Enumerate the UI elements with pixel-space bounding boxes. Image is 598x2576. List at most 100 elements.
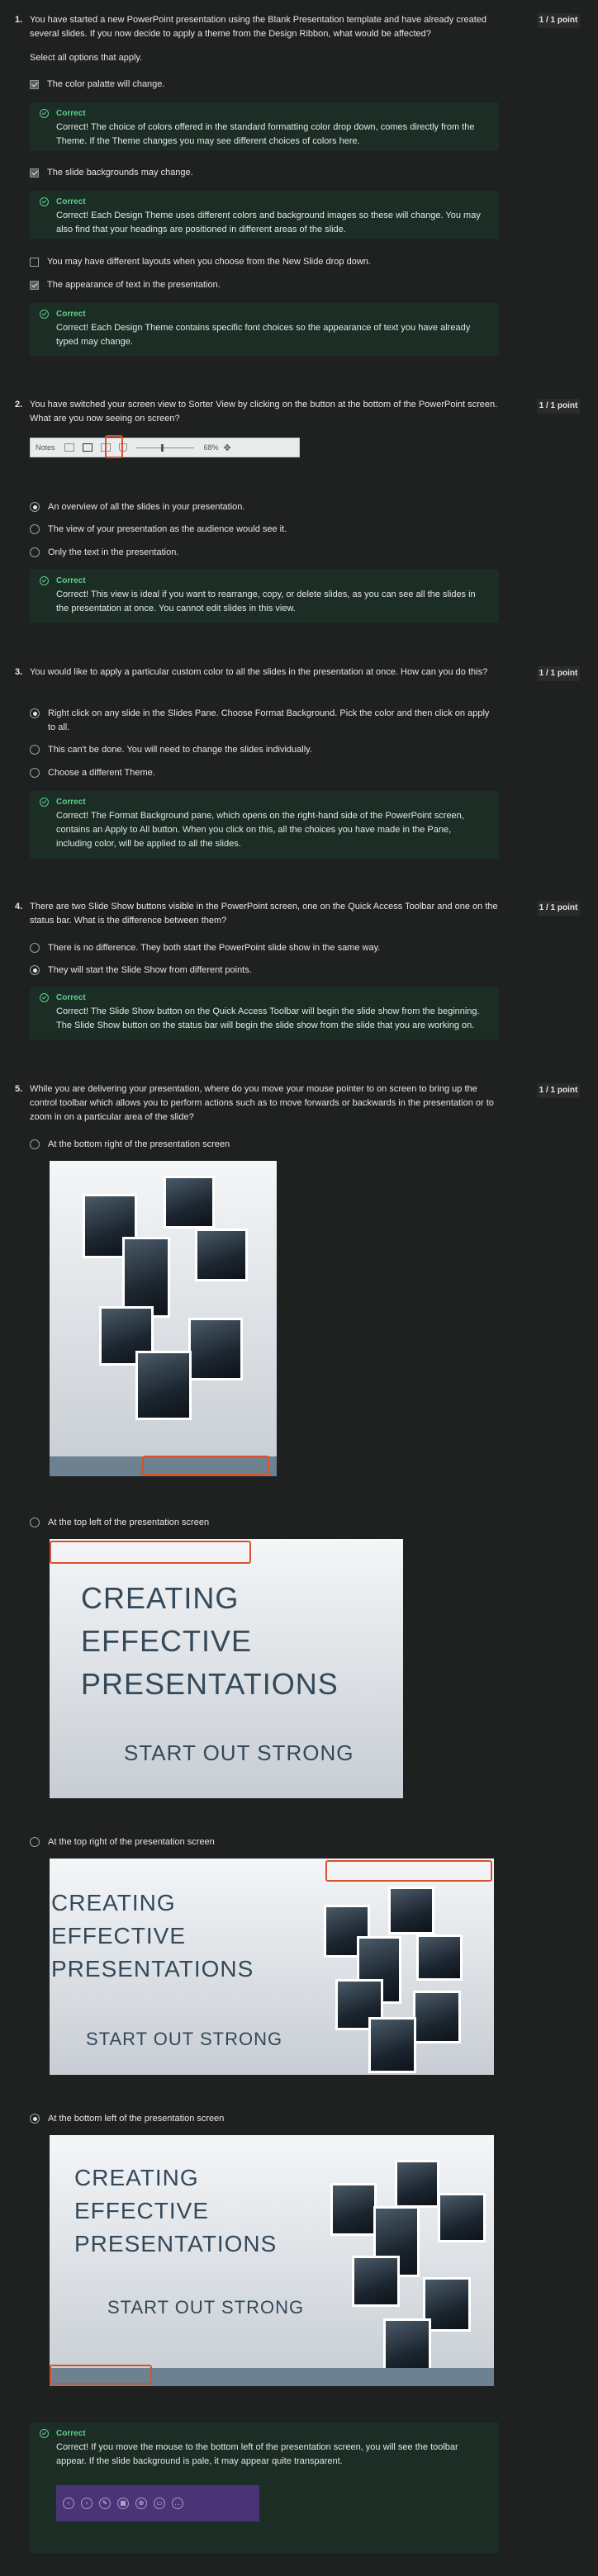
slide-title: CREATING EFFECTIVE PRESENTATIONS bbox=[51, 1890, 254, 1982]
checkbox[interactable] bbox=[30, 79, 39, 89]
radio-button[interactable] bbox=[30, 502, 40, 512]
question-number: 3. bbox=[15, 667, 23, 677]
answer-option[interactable]: The view of your presentation as the aud… bbox=[30, 523, 287, 536]
slide-photo bbox=[135, 1351, 192, 1420]
zoom-level: 68% bbox=[203, 443, 219, 452]
answer-option[interactable]: The appearance of text in the presentati… bbox=[30, 278, 221, 291]
slide-subtitle: START OUT STRONG bbox=[124, 1740, 354, 1765]
highlight-box bbox=[142, 1456, 269, 1475]
feedback-text: Correct! The Slide Show button on the Qu… bbox=[56, 1006, 480, 1030]
slide-photo bbox=[413, 1991, 461, 2043]
check-circle-icon bbox=[40, 109, 49, 118]
answer-option[interactable]: Only the text in the presentation. bbox=[30, 546, 178, 559]
slide-image-bottom-right bbox=[50, 1161, 277, 1476]
question-instruction: Select all options that apply. bbox=[30, 53, 143, 63]
subtitles-icon: ▭ bbox=[154, 2498, 165, 2509]
answer-option[interactable]: At the bottom left of the presentation s… bbox=[30, 2112, 224, 2125]
feedback-title: Correct bbox=[56, 993, 86, 1002]
slide-subtitle: START OUT STRONG bbox=[107, 2297, 305, 2318]
checkbox[interactable] bbox=[30, 280, 39, 290]
feedback-text: Correct! If you move the mouse to the bo… bbox=[56, 2442, 458, 2466]
answer-option[interactable]: Choose a different Theme. bbox=[30, 766, 155, 779]
highlight-box bbox=[50, 1541, 251, 1564]
option-label: The color palatte will change. bbox=[47, 79, 165, 89]
answer-option[interactable]: You may have different layouts when you … bbox=[30, 255, 371, 268]
feedback-correct: Correct Correct! If you move the mouse t… bbox=[30, 2422, 499, 2553]
answer-option[interactable]: An overview of all the slides in your pr… bbox=[30, 500, 244, 514]
checkbox[interactable] bbox=[30, 257, 39, 267]
slide-photo bbox=[416, 1934, 463, 1981]
radio-button[interactable] bbox=[30, 745, 40, 755]
option-label: At the top left of the presentation scre… bbox=[48, 1518, 210, 1527]
answer-option[interactable]: At the top left of the presentation scre… bbox=[30, 1516, 209, 1529]
radio-button[interactable] bbox=[30, 1139, 40, 1149]
fit-window-icon: ✥ bbox=[223, 443, 231, 453]
slides-grid-icon: ▦ bbox=[117, 2498, 129, 2509]
feedback-correct: Correct Correct! Each Design Theme conta… bbox=[30, 303, 499, 356]
answer-option[interactable]: Right click on any slide in the Slides P… bbox=[30, 707, 494, 735]
option-label: At the bottom right of the presentation … bbox=[48, 1139, 230, 1149]
feedback-text: Correct! Each Design Theme contains spec… bbox=[56, 323, 471, 347]
feedback-correct: Correct Correct! This view is ideal if y… bbox=[30, 570, 499, 623]
answer-option[interactable]: There is no difference. They both start … bbox=[30, 941, 380, 954]
radio-button[interactable] bbox=[30, 524, 40, 534]
option-label: Choose a different Theme. bbox=[48, 768, 155, 778]
feedback-text: Correct! This view is ideal if you want … bbox=[56, 590, 476, 613]
slide-photo bbox=[368, 2017, 416, 2073]
slide-image-top-right: CREATING EFFECTIVE PRESENTATIONS START O… bbox=[50, 1859, 494, 2075]
slide-title: CREATING EFFECTIVE PRESENTATIONS bbox=[81, 1581, 339, 1701]
slide-image-top-left: CREATING EFFECTIVE PRESENTATIONS START O… bbox=[50, 1539, 403, 1798]
feedback-text: Correct! The Format Background pane, whi… bbox=[56, 811, 464, 849]
feedback-text: Correct! Each Design Theme uses differen… bbox=[56, 211, 481, 234]
question-text: You would like to apply a particular cus… bbox=[30, 667, 488, 677]
answer-option[interactable]: The slide backgrounds may change. bbox=[30, 166, 193, 179]
pen-icon: ✎ bbox=[99, 2498, 111, 2509]
question-number: 4. bbox=[15, 902, 23, 912]
zoom-icon: ⊕ bbox=[135, 2498, 147, 2509]
points-badge: 1 / 1 point bbox=[537, 1083, 580, 1098]
points-badge: 1 / 1 point bbox=[537, 399, 580, 414]
check-circle-icon bbox=[40, 310, 49, 319]
radio-button[interactable] bbox=[30, 768, 40, 778]
radio-button[interactable] bbox=[30, 2114, 40, 2124]
normal-view-icon bbox=[64, 443, 74, 452]
radio-button[interactable] bbox=[30, 547, 40, 557]
answer-option[interactable]: At the top right of the presentation scr… bbox=[30, 1835, 215, 1849]
slide-photo bbox=[188, 1318, 243, 1380]
question-number: 5. bbox=[15, 1084, 23, 1094]
option-label: At the top right of the presentation scr… bbox=[48, 1837, 215, 1847]
answer-option[interactable]: They will start the Slide Show from diff… bbox=[30, 964, 252, 977]
feedback-correct: Correct Correct! Each Design Theme uses … bbox=[30, 191, 499, 239]
feedback-title: Correct bbox=[56, 109, 86, 118]
radio-button[interactable] bbox=[30, 1837, 40, 1847]
option-label: There is no difference. They both start … bbox=[48, 943, 381, 953]
powerpoint-status-bar-image: Notes 68% ✥ bbox=[30, 438, 300, 457]
checkbox[interactable] bbox=[30, 168, 39, 178]
radio-button[interactable] bbox=[30, 943, 40, 953]
feedback-title: Correct bbox=[56, 2429, 86, 2438]
answer-option[interactable]: At the bottom right of the presentation … bbox=[30, 1138, 230, 1151]
feedback-title: Correct bbox=[56, 310, 86, 319]
feedback-correct: Correct Correct! The Slide Show button o… bbox=[30, 987, 499, 1039]
slide-title: CREATING EFFECTIVE PRESENTATIONS bbox=[74, 2165, 278, 2256]
radio-button[interactable] bbox=[30, 708, 40, 718]
feedback-correct: Correct Correct! The Format Background p… bbox=[30, 791, 499, 859]
slide-photo bbox=[352, 2256, 400, 2307]
radio-button[interactable] bbox=[30, 1518, 40, 1527]
answer-option[interactable]: The color palatte will change. bbox=[30, 78, 164, 91]
feedback-text: Correct! The choice of colors offered in… bbox=[56, 122, 475, 146]
slide-subtitle: START OUT STRONG bbox=[86, 2029, 283, 2049]
points-badge: 1 / 1 point bbox=[537, 13, 580, 28]
question-text: You have switched your screen view to So… bbox=[30, 400, 498, 424]
question-number: 1. bbox=[15, 15, 23, 25]
more-icon: … bbox=[172, 2498, 183, 2509]
option-label: At the bottom left of the presentation s… bbox=[48, 2114, 225, 2124]
highlight-box bbox=[105, 435, 123, 458]
feedback-correct: Correct Correct! The choice of colors of… bbox=[30, 102, 499, 150]
radio-button[interactable] bbox=[30, 965, 40, 975]
answer-option[interactable]: This can't be done. You will need to cha… bbox=[30, 743, 312, 756]
question-number: 2. bbox=[15, 400, 23, 410]
option-label: The slide backgrounds may change. bbox=[47, 168, 193, 178]
zoom-slider bbox=[135, 443, 194, 452]
option-label: Only the text in the presentation. bbox=[48, 547, 179, 557]
